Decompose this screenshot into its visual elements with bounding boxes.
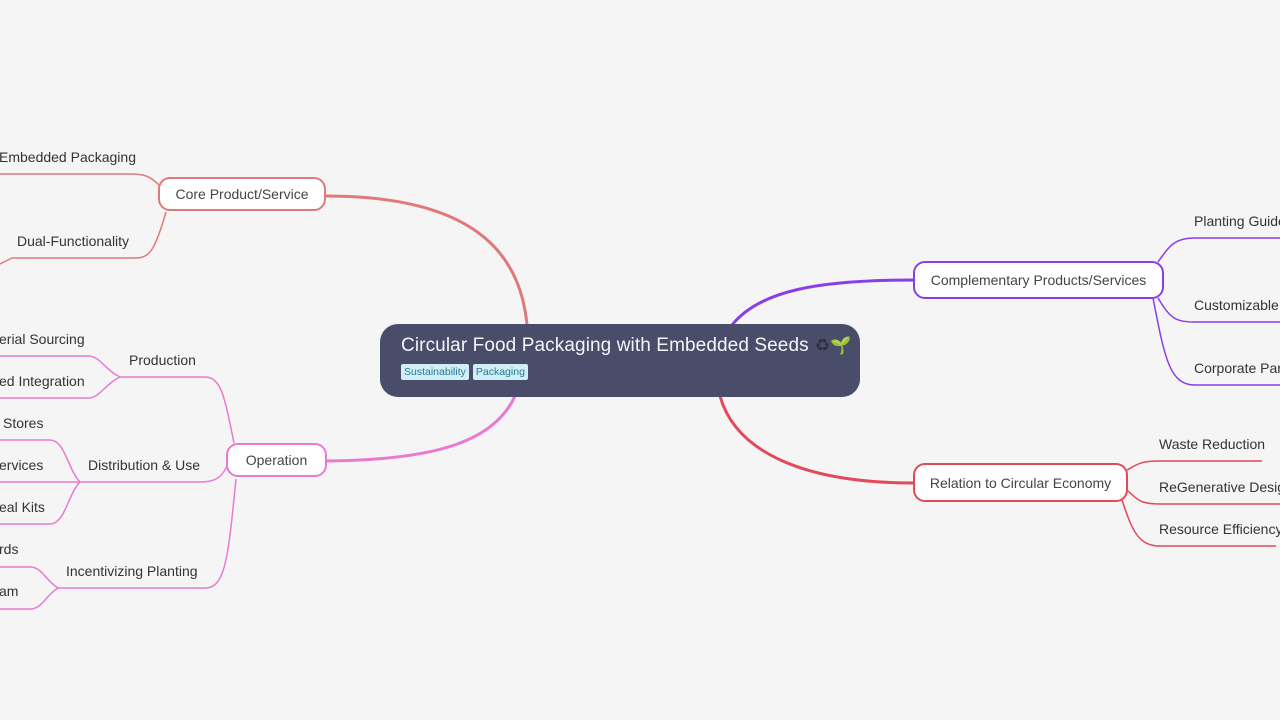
tag-packaging[interactable]: Packaging <box>472 364 528 380</box>
link-core-embedded <box>0 173 161 187</box>
branch-label: Operation <box>245 452 308 468</box>
leaf-seed-integration[interactable]: ed Integration <box>0 373 85 389</box>
branch-operation[interactable]: Operation <box>226 443 327 477</box>
branch-label: Core Product/Service <box>175 186 309 202</box>
link-circ-waste <box>1126 460 1262 471</box>
link-comp-guide <box>1157 237 1280 263</box>
root-node[interactable]: Circular Food Packaging with Embedded Se… <box>380 324 860 397</box>
branch-core-product[interactable]: Core Product/Service <box>158 177 326 211</box>
branch-label: Relation to Circular Economy <box>929 474 1112 491</box>
subbranch-distribution-use[interactable]: Distribution & Use <box>88 457 200 473</box>
leaf-planting-guide[interactable]: Planting Guide <box>1194 213 1280 229</box>
leaf-services[interactable]: ervices <box>0 457 43 473</box>
tag-list: Sustainability Packaging <box>401 364 860 380</box>
leaf-stores[interactable]: Stores <box>3 415 43 431</box>
leaf-meal-kits[interactable]: eal Kits <box>0 499 45 515</box>
branch-circular-economy[interactable]: Relation to Circular Economy <box>913 463 1128 502</box>
leaf-resource-efficiency[interactable]: Resource Efficiency <box>1159 521 1280 537</box>
leaf-material-sourcing[interactable]: erial Sourcing <box>0 331 85 347</box>
leaf-corporate-partnerships[interactable]: Corporate Part <box>1194 360 1280 376</box>
link-op-production <box>120 376 235 444</box>
leaf-waste-reduction[interactable]: Waste Reduction <box>1159 436 1265 452</box>
link-root-complementary <box>730 278 915 326</box>
leaf-program[interactable]: am <box>0 583 18 599</box>
link-root-core <box>325 194 529 326</box>
sprout-icon: 🌱 <box>830 336 852 355</box>
subbranch-incentivizing-planting[interactable]: Incentivizing Planting <box>66 563 198 579</box>
recycle-icon: ♻ <box>814 336 831 355</box>
branch-complementary[interactable]: Complementary Products/Services <box>913 261 1164 299</box>
link-root-operation <box>325 395 517 463</box>
leaf-regenerative-design[interactable]: ReGenerative Design <box>1159 479 1280 495</box>
leaf-embedded-packaging[interactable]: Embedded Packaging <box>0 149 136 165</box>
root-title: Circular Food Packaging with Embedded Se… <box>401 335 809 356</box>
leaf-dual-functionality[interactable]: Dual-Functionality <box>17 233 129 249</box>
link-root-circular <box>718 395 915 485</box>
subbranch-production[interactable]: Production <box>129 352 196 368</box>
leaf-customizable[interactable]: Customizable S <box>1194 297 1280 313</box>
branch-label: Complementary Products/Services <box>930 272 1147 288</box>
tag-sustainability[interactable]: Sustainability <box>401 364 469 380</box>
leaf-rewards[interactable]: rds <box>0 541 18 557</box>
